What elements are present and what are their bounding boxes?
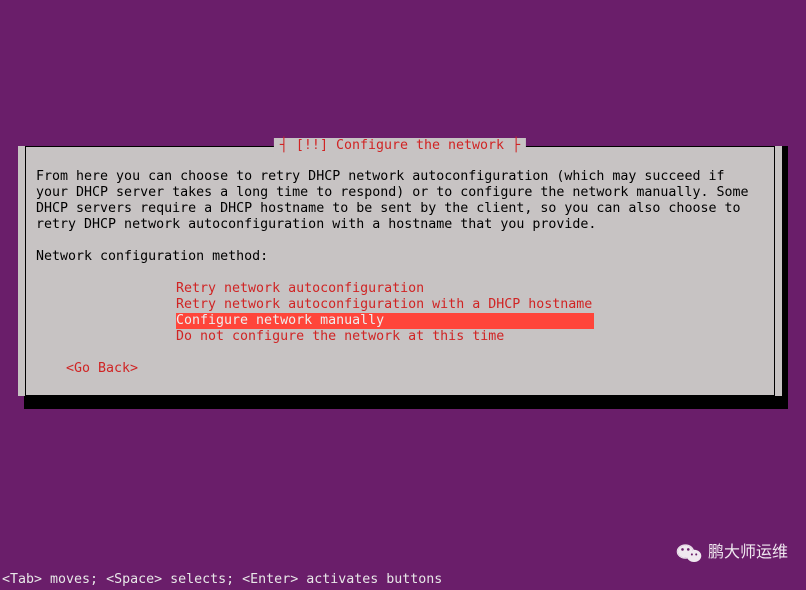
option-configure-manually[interactable]: Configure network manually — [176, 313, 594, 329]
dialog-description: From here you can choose to retry DHCP n… — [36, 169, 764, 233]
dialog-panel: ┤ [!!] Configure the network ├ From here… — [18, 146, 782, 396]
dialog-title: ┤ [!!] Configure the network ├ — [274, 138, 526, 154]
network-config-dialog: ┤ [!!] Configure the network ├ From here… — [18, 140, 782, 403]
option-do-not-configure[interactable]: Do not configure the network at this tim… — [176, 329, 504, 345]
footer-key-hint: <Tab> moves; <Space> selects; <Enter> ac… — [2, 572, 442, 588]
watermark-text: 鹏大师运维 — [708, 545, 788, 561]
options-list: Retry network autoconfiguration Retry ne… — [176, 281, 764, 345]
go-back-button[interactable]: <Go Back> — [66, 361, 138, 376]
dialog-prompt: Network configuration method: — [36, 249, 764, 265]
wechat-icon — [676, 542, 702, 564]
option-retry-autoconfig[interactable]: Retry network autoconfiguration — [176, 281, 424, 297]
watermark: 鹏大师运维 — [676, 542, 788, 564]
option-retry-autoconfig-hostname[interactable]: Retry network autoconfiguration with a D… — [176, 297, 592, 313]
dialog-border: ┤ [!!] Configure the network ├ From here… — [25, 146, 775, 396]
